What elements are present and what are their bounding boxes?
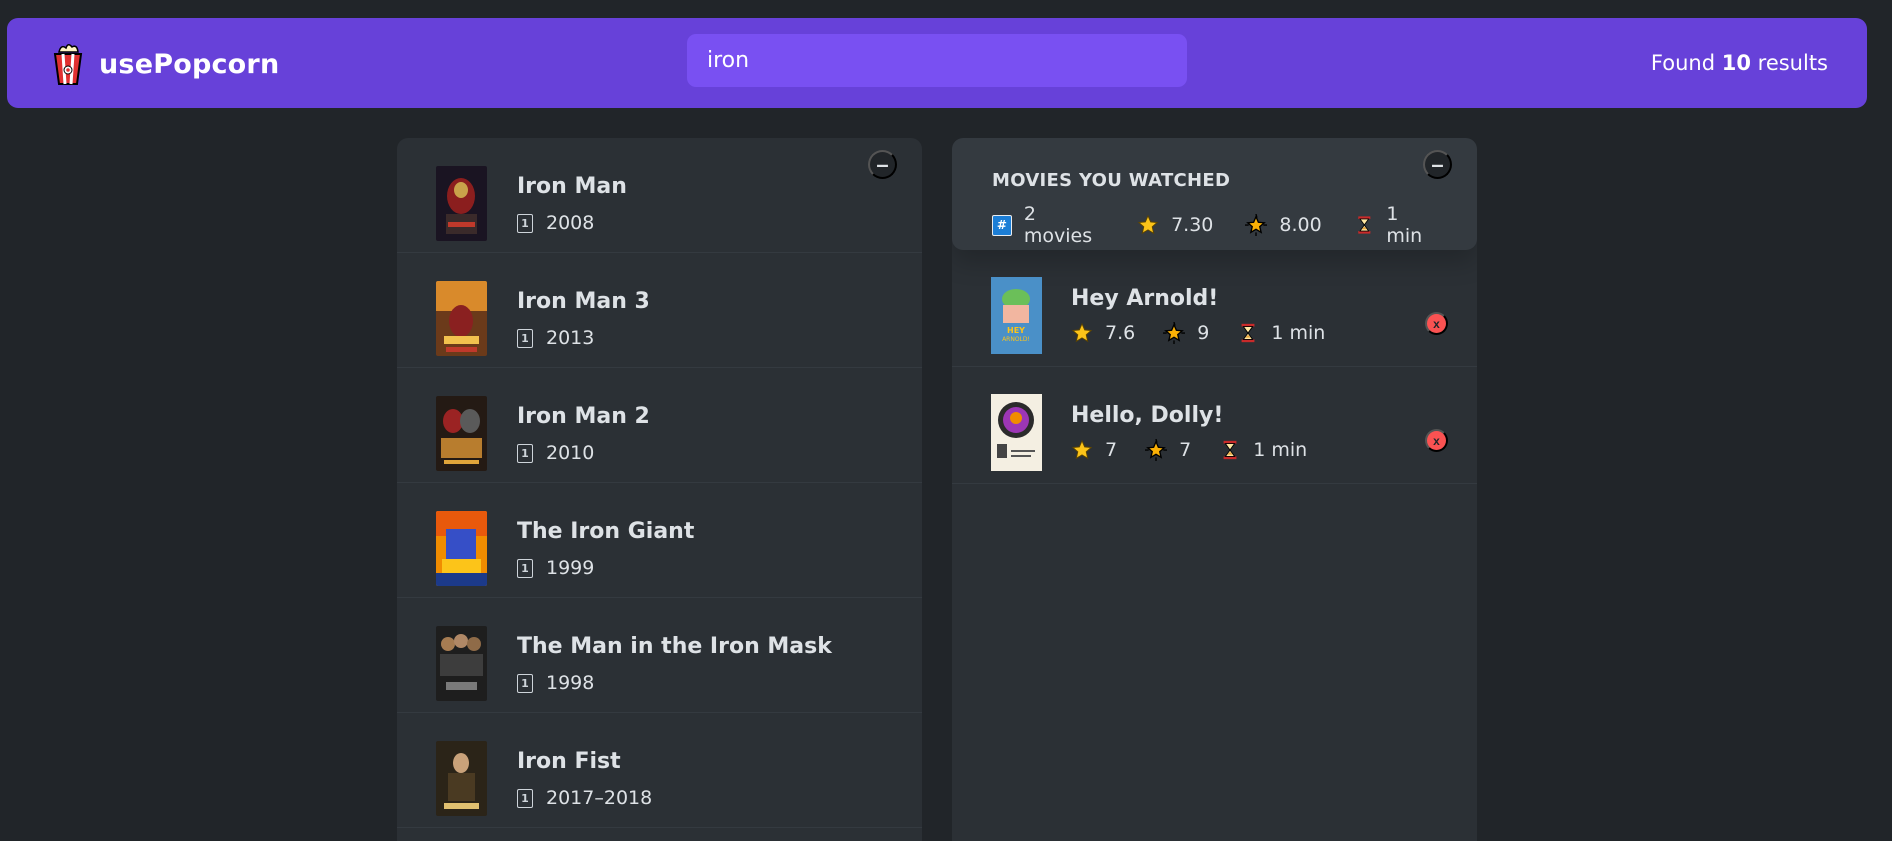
movie-list-item[interactable]: Iron Man 3 1 2013 [397, 253, 922, 368]
movie-list-item[interactable]: The Iron Giant 1 1999 [397, 483, 922, 598]
hash-icon: # [992, 214, 1012, 236]
stat-count: # 2 movies [992, 203, 1105, 247]
collapse-watched-button[interactable]: – [1423, 150, 1452, 179]
watched-title: Hello, Dolly! [1071, 403, 1224, 428]
watched-stats: 7 7 1 min [1071, 439, 1307, 461]
watched-imdb-value: 7 [1105, 439, 1118, 461]
stat-runtime-value: 1 min [1386, 203, 1423, 247]
movie-title: The Man in the Iron Mask [517, 634, 832, 659]
star-icon [1071, 439, 1093, 460]
movie-year: 1 1999 [517, 557, 594, 579]
movie-title: Iron Man [517, 174, 627, 199]
watched-runtime: 1 min [1237, 322, 1325, 344]
movie-list-item[interactable]: Iron Fist 1 2017–2018 [397, 713, 922, 828]
movie-title: Iron Fist [517, 749, 621, 774]
movie-poster [436, 396, 487, 471]
movie-year-value: 2010 [546, 442, 595, 464]
calendar-icon: 1 [517, 328, 533, 348]
movie-list-item[interactable]: The Man in the Iron Mask 1 1998 [397, 598, 922, 713]
nav-bar: usePopcorn Found 10 results [7, 18, 1867, 108]
movie-title: Iron Man 2 [517, 404, 650, 429]
logo: usePopcorn [51, 42, 279, 86]
summary-stats: # 2 movies 7.30 8.00 1 min [992, 203, 1437, 247]
watched-imdb: 7 [1071, 439, 1117, 461]
watched-box: – MOVIES YOU WATCHED # 2 movies 7.30 8.0… [952, 138, 1477, 841]
watched-summary: MOVIES YOU WATCHED # 2 movies 7.30 8.00 … [952, 138, 1477, 250]
search-input[interactable] [687, 34, 1187, 87]
svg-text:HEY: HEY [1007, 326, 1025, 335]
movie-year-value: 2013 [546, 327, 595, 349]
results-number: 10 [1721, 51, 1751, 75]
summary-title: MOVIES YOU WATCHED [992, 170, 1231, 191]
glowing-star-icon [1245, 214, 1268, 236]
movie-title: The Iron Giant [517, 519, 695, 544]
movie-poster [436, 741, 487, 816]
movie-year: 1 2010 [517, 442, 594, 464]
stat-imdb: 7.30 [1137, 203, 1213, 247]
delete-watched-button[interactable]: x [1425, 429, 1448, 452]
watched-user: 9 [1163, 322, 1209, 344]
watched-imdb-value: 7.6 [1105, 322, 1136, 344]
stat-imdb-value: 7.30 [1171, 214, 1214, 236]
watched-list-item: Hello, Dolly! 7 7 1 min x [952, 367, 1477, 484]
movie-poster: HEY ARNOLD! [991, 277, 1042, 354]
svg-text:ARNOLD!: ARNOLD! [1002, 336, 1030, 343]
results-prefix: Found [1650, 51, 1722, 75]
glowing-star-icon [1163, 322, 1186, 344]
calendar-icon: 1 [517, 673, 533, 693]
star-icon [1071, 322, 1093, 343]
movie-year-value: 1999 [546, 557, 595, 579]
calendar-icon: 1 [517, 443, 533, 463]
movie-year: 1 1998 [517, 672, 594, 694]
stat-runtime: 1 min [1354, 203, 1437, 247]
movie-poster [436, 511, 487, 586]
watched-title: Hey Arnold! [1071, 286, 1219, 311]
star-icon [1137, 214, 1159, 235]
movie-list-item[interactable]: Iron Man 1 2008 [397, 138, 922, 253]
stat-user: 8.00 [1245, 203, 1322, 247]
movie-year-value: 1998 [546, 672, 595, 694]
stat-count-value: 2 movies [1023, 203, 1093, 247]
hourglass-icon [1241, 323, 1255, 343]
watched-imdb: 7.6 [1071, 322, 1135, 344]
movie-year-value: 2017–2018 [546, 787, 653, 809]
collapse-list-button[interactable]: – [868, 150, 897, 179]
popcorn-icon [53, 44, 83, 85]
watched-user-value: 9 [1197, 322, 1210, 344]
movie-poster [436, 281, 487, 356]
results-suffix: results [1750, 51, 1828, 75]
watched-user: 7 [1145, 439, 1191, 461]
results-count: Found 10 results [1651, 51, 1828, 75]
stat-user-value: 8.00 [1279, 214, 1322, 236]
delete-watched-button[interactable]: x [1425, 312, 1448, 335]
movie-year-value: 2008 [546, 212, 595, 234]
calendar-icon: 1 [517, 558, 533, 578]
watched-runtime-value: 1 min [1253, 439, 1308, 461]
movie-poster [436, 166, 487, 241]
watched-list-item: HEY ARNOLD! Hey Arnold! 7.6 9 1 min x [952, 250, 1477, 367]
calendar-icon: 1 [517, 788, 533, 808]
watched-stats: 7.6 9 1 min [1071, 322, 1325, 344]
watched-runtime-value: 1 min [1271, 322, 1326, 344]
watched-user-value: 7 [1179, 439, 1192, 461]
hourglass-icon [1223, 440, 1237, 460]
movie-title: Iron Man 3 [517, 289, 650, 314]
hourglass-icon [1357, 216, 1371, 234]
glowing-star-icon [1145, 439, 1168, 461]
movie-list-item[interactable]: Iron Man 2 1 2010 [397, 368, 922, 483]
movie-year: 1 2017–2018 [517, 787, 652, 809]
movie-poster [436, 626, 487, 701]
watched-runtime: 1 min [1219, 439, 1307, 461]
movie-year: 1 2013 [517, 327, 594, 349]
logo-title: usePopcorn [99, 48, 280, 80]
calendar-icon: 1 [517, 213, 533, 233]
movie-list-box: – Iron Man 1 2008 Iron Man 3 1 2013 Iron… [397, 138, 922, 841]
movie-poster [991, 394, 1042, 471]
movie-year: 1 2008 [517, 212, 594, 234]
